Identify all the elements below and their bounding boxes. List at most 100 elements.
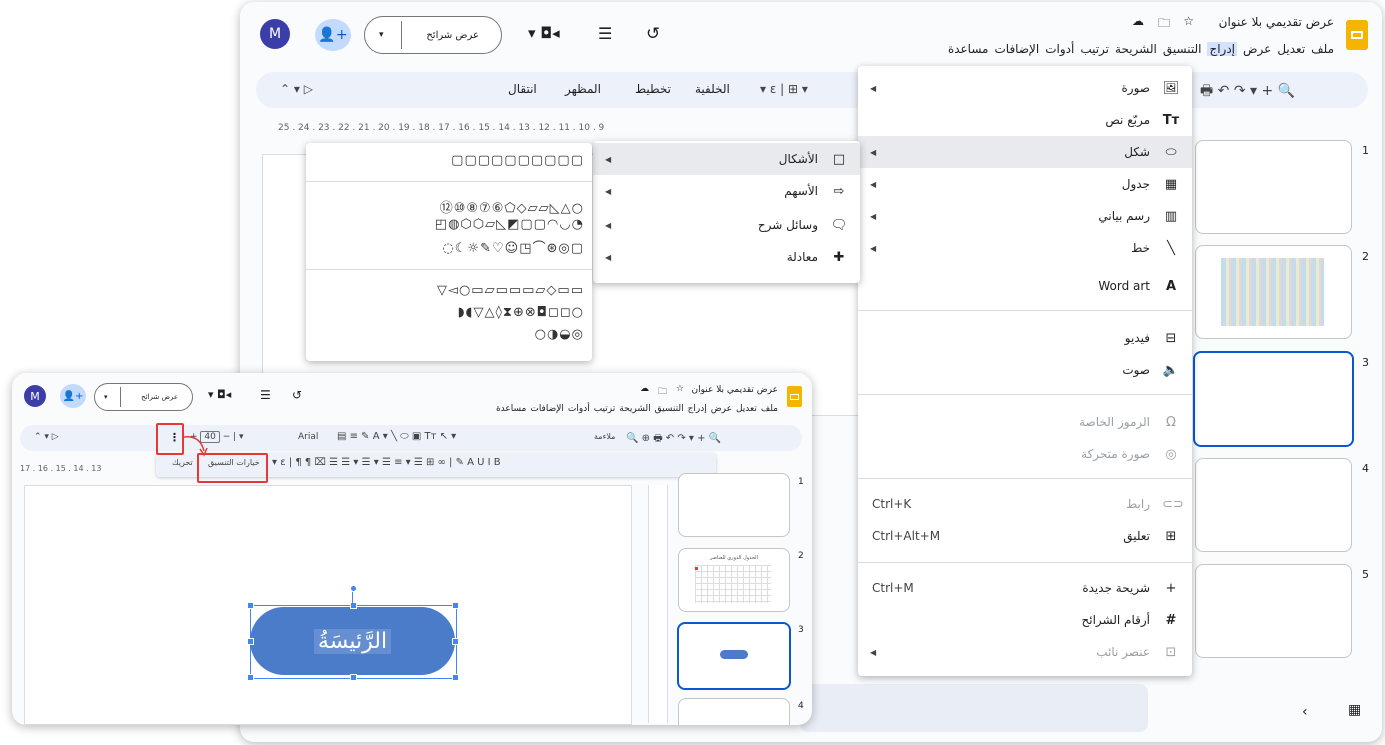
menu-item-placeholder[interactable]: ⊡ عنصر نائب ◀	[858, 636, 1192, 668]
resize-handle[interactable]	[247, 638, 254, 645]
grid-view-icon[interactable]: ▦	[1348, 702, 1361, 718]
menu-item-table[interactable]: ▦ جدول ◀	[858, 168, 1192, 200]
menu-item-line[interactable]: ╲ خط ◀	[858, 232, 1192, 264]
menu-format[interactable]: التنسيق	[1163, 42, 1202, 56]
menu-item-wordart[interactable]: A Word art	[858, 270, 1192, 302]
menu-extensions[interactable]: الإضافات	[530, 404, 564, 414]
toolbar-icons-left[interactable]: ▾ ɛ | ⊞ ▾	[760, 82, 808, 96]
menu-view[interactable]: عرض	[1243, 42, 1271, 56]
doc-title[interactable]: عرض تقديمي بلا عنوان	[1219, 15, 1334, 29]
chevron-left-icon[interactable]: ‹	[1302, 704, 1308, 720]
menu-help[interactable]: مساعدة	[496, 404, 526, 414]
shapes-row[interactable]: ◗◖▽△◊⧗⊕⊗◘◻◻○	[458, 305, 584, 320]
comments-icon[interactable]: ☰	[598, 24, 612, 43]
menu-help[interactable]: مساعدة	[948, 42, 989, 56]
menu-insert[interactable]: إدراج	[1207, 42, 1238, 56]
rounded-shape-button[interactable]: الرَّئيسَةُ	[250, 607, 455, 675]
menu-item-new-slide[interactable]: + شريحة جديدة Ctrl+M	[858, 572, 1192, 604]
meet-icon[interactable]: ▾ ◘◂	[528, 24, 560, 42]
menu-arrange[interactable]: ترتيب	[594, 404, 616, 414]
background-button[interactable]: الخلفية	[695, 82, 730, 96]
layout-button[interactable]: تخطيط	[635, 82, 671, 96]
toolbar-icons-right[interactable]: 🖶 ↶ ↷ ▾ + 🔍	[1200, 80, 1295, 104]
submenu-item-equation[interactable]: ✚ معادلة ◀	[593, 241, 860, 273]
menu-file[interactable]: ملف	[1311, 42, 1334, 56]
submenu-item-callouts[interactable]: 🗨 وسائل شرح ◀	[593, 209, 860, 241]
shapes-row[interactable]: ▽◅○▭▱▭▭▭▱◇▭▭	[437, 283, 584, 298]
history-icon[interactable]: ↺	[292, 388, 302, 402]
star-icon[interactable]: ☆	[676, 384, 684, 394]
share-icon[interactable]: 👤+	[60, 384, 86, 408]
share-icon[interactable]: 👤+	[315, 19, 351, 51]
collapse-icon[interactable]: ⌃ ▾ ▷	[34, 432, 59, 442]
slide-thumb-3[interactable]	[1193, 351, 1354, 447]
resize-handle[interactable]	[452, 674, 459, 681]
menu-tools[interactable]: أدوات	[568, 404, 590, 414]
font-family-select[interactable]: Arial	[298, 432, 318, 442]
shape-text[interactable]: الرَّئيسَةُ	[313, 628, 392, 654]
star-icon[interactable]: ☆	[1183, 14, 1194, 28]
comments-icon[interactable]: ☰	[260, 388, 271, 402]
menu-item-textbox[interactable]: Tт مربّع نص	[858, 104, 1192, 136]
menu-item-link[interactable]: ⊂⊃ رابط Ctrl+K	[858, 488, 1192, 520]
submenu-item-arrows[interactable]: ⇨ الأسهم ◀	[593, 175, 860, 207]
menu-view[interactable]: عرض	[711, 404, 732, 414]
collapse-icon[interactable]: ⌃ ▾ ▷	[280, 82, 313, 96]
shapes-row[interactable]: ○◑◒◎	[535, 327, 584, 342]
toolbar-format-icons[interactable]: ▤ ≡ ✎ A ▾ ╲ ⬭ ▣ Tт ↖ ▾	[337, 431, 456, 442]
menu-item-image[interactable]: 🖼 صورة ◀	[858, 72, 1192, 104]
resize-handle[interactable]	[247, 674, 254, 681]
menu-file[interactable]: ملف	[761, 404, 778, 414]
menu-edit[interactable]: تعديل	[736, 404, 757, 414]
resize-handle[interactable]	[452, 638, 459, 645]
move-folder-icon[interactable]: 🗀	[1158, 14, 1170, 35]
fit-button[interactable]: ملاءمة	[594, 432, 615, 441]
doc-title[interactable]: عرض تقديمي بلا عنوان	[691, 385, 778, 395]
toolbar-icons-right[interactable]: 🔍 ⊕ 🖶 ↶ ↷ ▾ + 🔍	[626, 431, 721, 448]
history-icon[interactable]: ↺	[646, 24, 660, 44]
menu-format[interactable]: التنسيق	[655, 404, 684, 414]
menu-slide[interactable]: الشريحة	[1115, 42, 1157, 56]
menu-extensions[interactable]: الإضافات	[994, 42, 1039, 56]
slide-thumb-5[interactable]	[1195, 564, 1352, 658]
menu-item-comment[interactable]: ⊞ تعليق Ctrl+Alt+M	[858, 520, 1192, 552]
shapes-row[interactable]: ⑫⑩⑧⑦⑥⬠◇▱▱◺△○	[440, 197, 584, 216]
slide-thumb-1[interactable]	[1195, 140, 1352, 234]
menu-item-audio[interactable]: 🔈 صوت	[858, 354, 1192, 386]
slide-thumb-4[interactable]	[1195, 458, 1352, 552]
menu-arrange[interactable]: ترتيب	[1080, 42, 1109, 56]
submenu-item-shapes[interactable]: □ الأشكال ◀	[593, 143, 860, 175]
speaker-notes-bar[interactable]	[800, 684, 1148, 732]
shapes-row[interactable]: ◰◍⬡⬡▱◺◩▢▢◠◡◔	[435, 217, 584, 232]
meet-icon[interactable]: ▾ ◘◂	[208, 388, 231, 401]
avatar[interactable]: M	[24, 385, 46, 407]
theme-button[interactable]: المظهر	[565, 82, 601, 96]
avatar[interactable]: M	[260, 19, 290, 49]
slide-thumb-2[interactable]: الجدول الدوري للعناصر	[678, 548, 790, 612]
shapes-row[interactable]: ▢▢▢▢▢▢▢▢▢▢	[451, 153, 584, 168]
menu-item-special-chars[interactable]: Ω الرموز الخاصة	[858, 406, 1192, 438]
menu-tools[interactable]: أدوات	[1045, 42, 1074, 56]
format-icons[interactable]: ▾ ɛ | ¶ ¶ ⌧ ☰ ☰ ▾ ☰ ▾ ☰ ≡ ▾ ☰ ⊞ ∞ | ✎ A …	[272, 457, 501, 468]
resize-handle[interactable]	[350, 674, 357, 681]
chevron-down-icon[interactable]: ▾	[104, 393, 108, 401]
rotate-handle[interactable]	[350, 585, 357, 592]
menu-item-video[interactable]: ⊟ فيديو	[858, 322, 1192, 354]
chevron-down-icon[interactable]: ▾	[379, 30, 384, 40]
slide-thumb-2[interactable]	[1195, 245, 1352, 339]
resize-handle[interactable]	[452, 602, 459, 609]
menu-slide[interactable]: الشريحة	[619, 404, 650, 414]
slideshow-button[interactable]: عرض شرائح ▾	[364, 16, 502, 54]
slide-thumb-4[interactable]	[678, 698, 790, 725]
transition-button[interactable]: انتقال	[508, 82, 537, 96]
slide-thumb-3[interactable]	[677, 622, 791, 690]
resize-handle[interactable]	[350, 602, 357, 609]
menu-edit[interactable]: تعديل	[1277, 42, 1305, 56]
move-folder-icon[interactable]: 🗀	[658, 384, 667, 400]
animate-button[interactable]: تحريك	[172, 458, 193, 467]
resize-handle[interactable]	[247, 602, 254, 609]
slide-thumb-1[interactable]	[678, 473, 790, 537]
slideshow-button[interactable]: عرض شرائح ▾	[94, 383, 193, 411]
menu-item-slide-numbers[interactable]: # أرقام الشرائح	[858, 604, 1192, 636]
menu-item-chart[interactable]: ▥ رسم بياني ◀	[858, 200, 1192, 232]
